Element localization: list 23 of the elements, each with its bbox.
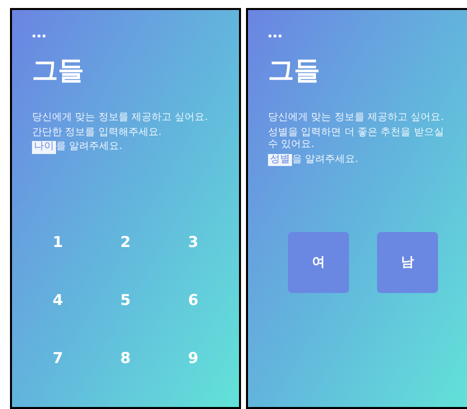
more-icon[interactable]: [32, 34, 46, 38]
keypad-key[interactable]: 7: [24, 346, 92, 370]
prompt-text: 를 알려주세요.: [56, 141, 122, 154]
prompt-text: 을 알려주세요.: [292, 154, 358, 166]
keypad-key[interactable]: 9: [159, 346, 227, 370]
highlighted-word: 성별: [268, 154, 292, 166]
intro-text: 성별을 입력하면 더 좋은 추천을 받으실 수 있어요.: [268, 126, 445, 152]
keypad-key[interactable]: 3: [159, 230, 227, 254]
intro-text: 당신에게 맞는 정보를 제공하고 싶어요.: [268, 112, 445, 124]
keypad-key[interactable]: 6: [159, 288, 227, 312]
more-icon[interactable]: [268, 34, 282, 38]
gender-button[interactable]: 여: [288, 232, 349, 293]
app-title: 그들: [268, 58, 320, 84]
keypad-key[interactable]: 8: [92, 346, 160, 370]
intro-text: 당신에게 맞는 정보를 제공하고 싶어요.: [32, 112, 209, 124]
keypad-key[interactable]: 2: [92, 230, 160, 254]
keypad-key[interactable]: 4: [24, 288, 92, 312]
keypad-key[interactable]: 1: [24, 230, 92, 254]
keypad-key[interactable]: 5: [92, 288, 160, 312]
highlighted-word: 나이: [32, 141, 56, 154]
intro-text: 간단한 정보를 입력해주세요.: [32, 126, 163, 139]
app-title: 그들: [32, 58, 84, 84]
gender-button[interactable]: 남: [377, 232, 438, 293]
